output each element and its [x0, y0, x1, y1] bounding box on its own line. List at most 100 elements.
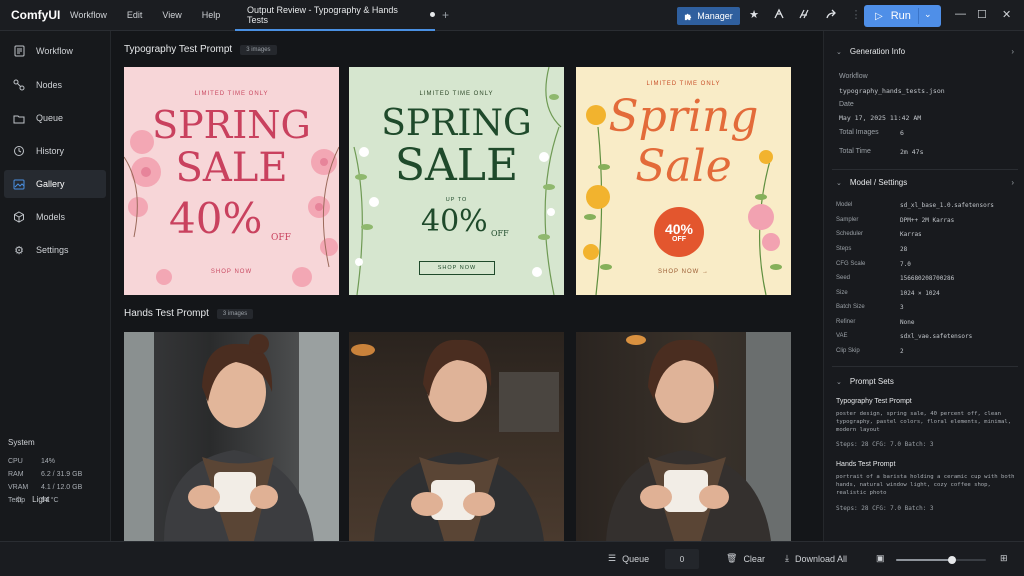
drag-handle-icon[interactable]: ⋮ [849, 8, 863, 21]
setting-row-seed: Seed 156680208700286 [836, 275, 955, 282]
sidebar-item-label: History [36, 146, 65, 156]
poster-percent: 40% [664, 220, 694, 237]
sidebar-item-history[interactable]: History [4, 137, 106, 165]
download-icon: ⤓ [785, 553, 789, 563]
share-icon[interactable] [824, 8, 838, 23]
prompt-set-meta: Steps: 28 CFG: 7.0 Batch: 3 [836, 441, 934, 448]
poster-off: OFF [672, 235, 686, 243]
gallery-image-typography-3[interactable]: LIMITED TIME ONLY Spring Sale 40% OFF SH… [576, 67, 791, 295]
poster-line1: SPRING [152, 103, 311, 147]
chevron-right-icon[interactable]: › [1011, 47, 1014, 56]
zoom-slider-knob[interactable] [947, 556, 956, 564]
setting-row-size: Size 1024 × 1024 [836, 290, 940, 297]
queue-icon [12, 111, 26, 125]
tab-title: Output Review - Typography & Hands Tests [247, 4, 398, 25]
queue-list-icon: ☰ [608, 553, 617, 563]
history-icon [12, 144, 26, 158]
chevron-down-icon[interactable]: ⌄ [924, 9, 932, 20]
menu-edit[interactable]: Edit [127, 10, 143, 20]
prompt-sets-header[interactable]: ⌄ Prompt Sets [836, 377, 1014, 386]
gallery-icon [12, 177, 26, 191]
poster-line1: SPRING [381, 103, 532, 144]
chevron-right-icon[interactable]: › [1011, 178, 1014, 187]
generation-info-header[interactable]: ⌄ Generation Info › [836, 47, 1014, 56]
sidebar-item-label: Settings [36, 245, 69, 255]
sidebar-item-gallery[interactable]: Gallery [4, 170, 106, 198]
puzzle-icon [685, 13, 692, 20]
setting-row-cfg: CFG Scale 7.0 [836, 261, 911, 268]
date-label: Date [839, 101, 854, 108]
poster-cta: SHOP NOW [419, 261, 495, 275]
total-images-value: 6 [900, 129, 904, 137]
chevron-down-icon: ⌄ [836, 48, 842, 56]
poster-top-text: LIMITED TIME ONLY [419, 91, 494, 97]
prompt-set-meta: Steps: 28 CFG: 7.0 Batch: 3 [836, 505, 934, 512]
sidebar-item-models[interactable]: Models [4, 203, 106, 231]
barista-photo [606, 332, 791, 541]
poster-top-text: LIMITED TIME ONLY [646, 81, 721, 87]
download-all-button[interactable]: ⤓ Download All [785, 553, 847, 564]
chevron-down-icon: ⌄ [836, 179, 842, 187]
manager-button[interactable]: Manager [677, 7, 740, 25]
setting-row-sampler: Sampler DPM++ 2M Karras [836, 217, 955, 224]
close-icon[interactable]: ✕ [1002, 8, 1011, 21]
sun-icon: ☼ [14, 493, 25, 505]
manager-label: Manager [697, 11, 733, 21]
poster-line1: Spring [608, 91, 759, 142]
gallery-image-typography-2[interactable]: LIMITED TIME ONLY SPRING SALE UP TO 40% … [349, 67, 564, 295]
clear-label: Clear [743, 553, 765, 564]
prompt-set-text: portrait of a barista holding a ceramic … [836, 474, 1015, 496]
model-settings-header[interactable]: ⌄ Model / Settings › [836, 178, 1014, 187]
maximize-icon[interactable]: ☐ [977, 8, 987, 21]
system-row-vram: VRAM 4.1 / 12.0 GB [8, 484, 83, 491]
prompt-set-name: Hands Test Prompt [836, 461, 896, 468]
menu-view[interactable]: View [162, 10, 181, 20]
grid-view-icon[interactable]: ⊞ [1000, 553, 1008, 564]
poster-off: OFF [271, 233, 291, 243]
gallery-image-typography-1[interactable]: LIMITED TIME ONLY SPRING SALE 40% OFF SH… [124, 67, 339, 295]
nodes-icon [12, 78, 26, 92]
prompt-set-name: Typography Test Prompt [836, 398, 912, 405]
tab-output-review[interactable]: Output Review - Typography & Hands Tests [235, 0, 435, 31]
discount-badge: 40% OFF [654, 207, 704, 257]
section-title-hands: Hands Test Prompt 3 images [124, 308, 254, 319]
minimize-icon[interactable]: — [955, 8, 966, 20]
sidebar-item-workflow[interactable]: Workflow [4, 37, 106, 65]
image-zoom-icon[interactable]: ▣ [876, 553, 885, 564]
new-tab-plus-icon[interactable]: + [442, 8, 449, 22]
setting-row-vae: VAE sdxl_vae.safetensors [836, 333, 973, 340]
nodes-alt-icon[interactable] [772, 8, 786, 23]
settings-icon: ⚙ [14, 244, 24, 257]
sidebar-item-nodes[interactable]: Nodes [4, 71, 106, 99]
comfyui-app: ComfyUI Workflow Edit View Help Output R… [0, 0, 1024, 576]
gallery-image-hands-1[interactable] [124, 332, 339, 541]
queue-label: Queue [622, 553, 650, 564]
prompt-set-text: poster design, spring sale, 40 percent o… [836, 411, 1012, 433]
link-icon[interactable] [797, 8, 811, 23]
trash-icon: 🗑 [726, 553, 738, 563]
total-time-value: 2m 47s [900, 148, 924, 156]
sidebar-item-settings[interactable]: ⚙ Settings [4, 236, 106, 264]
setting-row-steps: Steps 28 [836, 246, 908, 253]
star-icon[interactable]: ★ [747, 8, 761, 21]
run-button[interactable]: ▷ Run ⌄ [864, 5, 941, 27]
download-label: Download All [794, 553, 848, 564]
gallery-image-hands-2[interactable] [349, 332, 564, 541]
sidebar-item-queue[interactable]: Queue [4, 104, 106, 132]
poster-line2: SALE [394, 140, 519, 191]
zoom-slider[interactable] [896, 556, 986, 564]
workflow-label: Workflow [839, 73, 868, 80]
queue-count: 0 [665, 549, 699, 569]
setting-row-model: Model sd_xl_base_1.0.safetensors [836, 202, 994, 209]
theme-toggle[interactable]: ☼ Light [14, 493, 49, 505]
queue-button[interactable]: ☰ Queue [608, 553, 649, 564]
sidebar: Workflow Nodes Queue History Gallery Mod… [0, 31, 111, 541]
poster-cta: SHOP NOW [210, 269, 253, 275]
gallery-image-hands-3[interactable] [576, 332, 791, 541]
run-divider [918, 8, 919, 24]
menu-help[interactable]: Help [202, 10, 221, 20]
clear-button[interactable]: 🗑 Clear [726, 553, 765, 564]
menu-workflow[interactable]: Workflow [70, 10, 107, 20]
unsaved-dot-icon [430, 12, 435, 17]
barista-photo [124, 332, 339, 541]
